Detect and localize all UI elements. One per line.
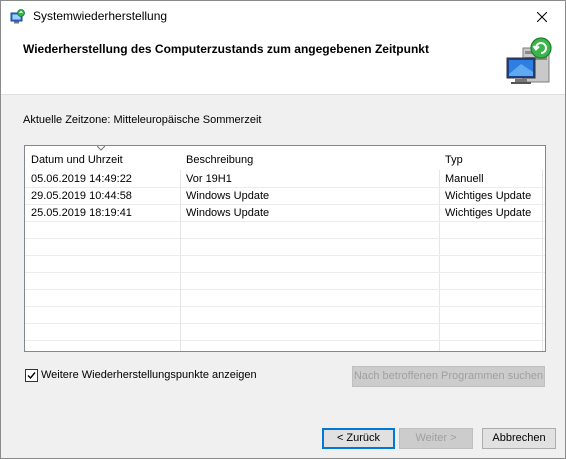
column-header-label: Beschreibung — [186, 154, 254, 166]
header-panel: Wiederherstellung des Computerzustands z… — [1, 32, 565, 95]
table-row[interactable]: 25.05.2019 18:19:41 Windows Update Wicht… — [25, 205, 545, 222]
row-divider — [25, 323, 545, 324]
window-title: Systemwiederherstellung — [33, 9, 168, 23]
row-divider — [25, 306, 545, 307]
column-header-label: Typ — [445, 154, 463, 166]
row-divider — [25, 289, 545, 290]
cell-type: Wichtiges Update — [445, 207, 532, 219]
column-header-date[interactable]: Datum und Uhrzeit — [25, 146, 180, 170]
title-bar[interactable]: Systemwiederherstellung — [1, 1, 565, 32]
cell-description: Windows Update — [186, 190, 270, 202]
next-button[interactable]: Weiter > — [399, 428, 473, 449]
sort-descending-icon — [97, 146, 105, 151]
column-header-label: Datum und Uhrzeit — [31, 154, 123, 166]
restore-points-list[interactable]: Datum und Uhrzeit Beschreibung Typ 05.06… — [24, 145, 546, 352]
column-header-type[interactable]: Typ — [439, 146, 545, 170]
computer-restore-icon — [501, 34, 557, 90]
cell-date: 25.05.2019 18:19:41 — [31, 207, 132, 219]
scan-affected-programs-button[interactable]: Nach betroffenen Programmen suchen — [352, 366, 545, 387]
system-restore-window: Systemwiederherstellung Wiederherstellun… — [0, 0, 566, 459]
close-icon — [537, 11, 547, 22]
list-header: Datum und Uhrzeit Beschreibung Typ — [25, 146, 545, 170]
cell-type: Wichtiges Update — [445, 190, 532, 202]
back-button[interactable]: < Zurück — [322, 428, 395, 449]
cell-date: 05.06.2019 14:49:22 — [31, 173, 132, 185]
timezone-label: Aktuelle Zeitzone: Mitteleuropäische Som… — [23, 114, 262, 126]
column-header-description[interactable]: Beschreibung — [180, 146, 439, 170]
checkbox-label: Weitere Wiederherstellungspunkte anzeige… — [41, 369, 257, 381]
row-divider — [25, 272, 545, 273]
cell-date: 29.05.2019 10:44:58 — [31, 190, 132, 202]
system-restore-icon — [9, 9, 25, 25]
checkmark-icon — [27, 372, 36, 380]
row-divider — [25, 255, 545, 256]
close-button[interactable] — [519, 1, 565, 32]
checkbox-box[interactable] — [25, 369, 38, 382]
row-divider — [25, 340, 545, 341]
page-title: Wiederherstellung des Computerzustands z… — [23, 42, 429, 56]
row-divider — [25, 238, 545, 239]
cell-type: Manuell — [445, 173, 484, 185]
table-row[interactable]: 05.06.2019 14:49:22 Vor 19H1 Manuell — [25, 171, 545, 188]
cell-description: Vor 19H1 — [186, 173, 232, 185]
cancel-button[interactable]: Abbrechen — [482, 428, 556, 449]
table-row[interactable]: 29.05.2019 10:44:58 Windows Update Wicht… — [25, 188, 545, 205]
cell-description: Windows Update — [186, 207, 270, 219]
